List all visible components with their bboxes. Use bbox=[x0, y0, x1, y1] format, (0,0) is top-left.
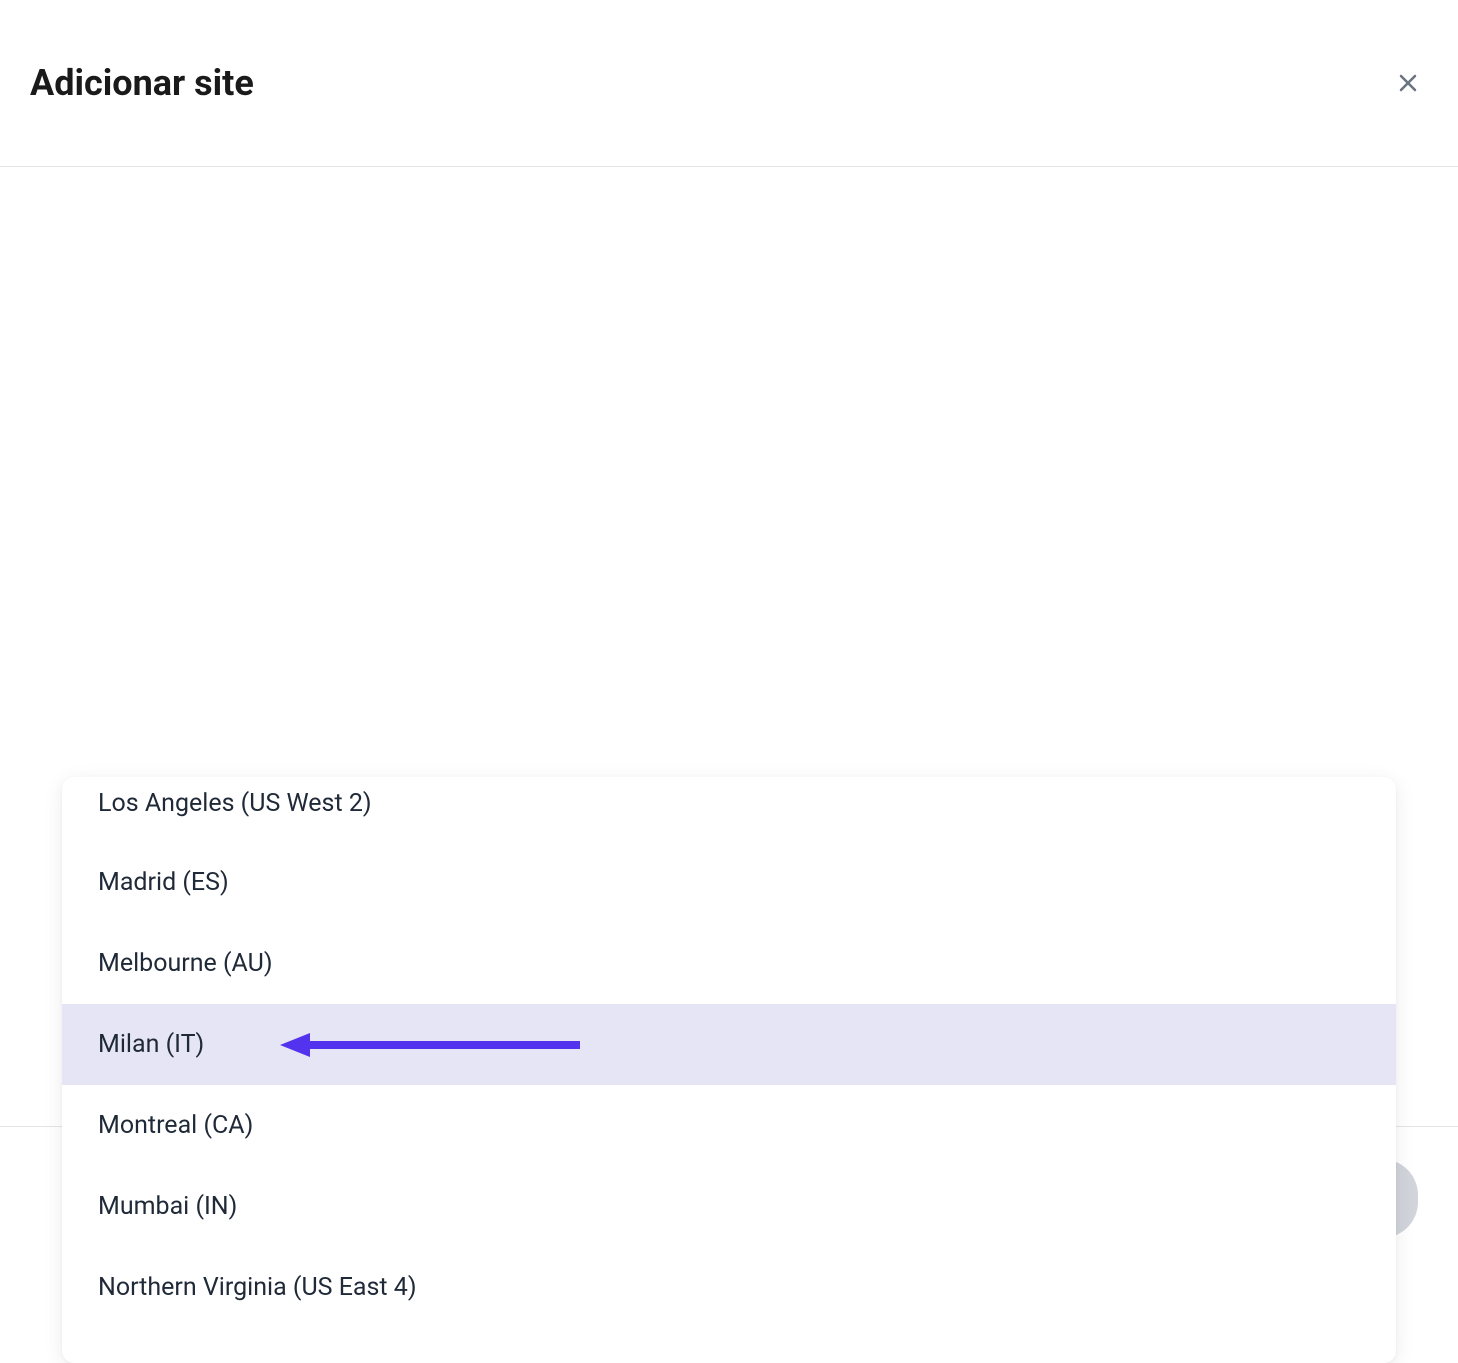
close-icon bbox=[1396, 71, 1420, 95]
modal-content: Los Angeles (US West 2) Madrid (ES) Melbou… bbox=[0, 784, 1458, 1004]
dropdown-item[interactable]: Mumbai (IN) bbox=[62, 1166, 1396, 1247]
dropdown-item[interactable]: Milan (IT) bbox=[62, 1004, 1396, 1085]
close-button[interactable] bbox=[1388, 63, 1428, 103]
location-dropdown-list: Los Angeles (US West 2) Madrid (ES) Melbou… bbox=[62, 777, 1396, 1363]
dropdown-item-label: Montreal (CA) bbox=[98, 1111, 253, 1140]
dropdown-item[interactable]: Northern Virginia (US East 4) bbox=[62, 1247, 1396, 1328]
dropdown-item[interactable]: Madrid (ES) bbox=[62, 842, 1396, 923]
arrow-left-icon bbox=[280, 1030, 580, 1060]
modal-header: Adicionar site bbox=[0, 0, 1458, 167]
dropdown-item-label: Melbourne (AU) bbox=[98, 949, 273, 978]
dropdown-item-label: Milan (IT) bbox=[98, 1030, 204, 1059]
dropdown-item[interactable]: Montreal (CA) bbox=[62, 1085, 1396, 1166]
dropdown-item-label: Mumbai (IN) bbox=[98, 1192, 237, 1221]
dropdown-item-label: Los Angeles (US West 2) bbox=[98, 789, 372, 818]
dropdown-item-label: Northern Virginia (US East 4) bbox=[98, 1273, 417, 1302]
dropdown-item[interactable]: Melbourne (AU) bbox=[62, 923, 1396, 1004]
dropdown-item-label: Madrid (ES) bbox=[98, 868, 229, 897]
page-title: Adicionar site bbox=[30, 62, 254, 104]
dropdown-item[interactable]: Los Angeles (US West 2) bbox=[62, 789, 1396, 842]
